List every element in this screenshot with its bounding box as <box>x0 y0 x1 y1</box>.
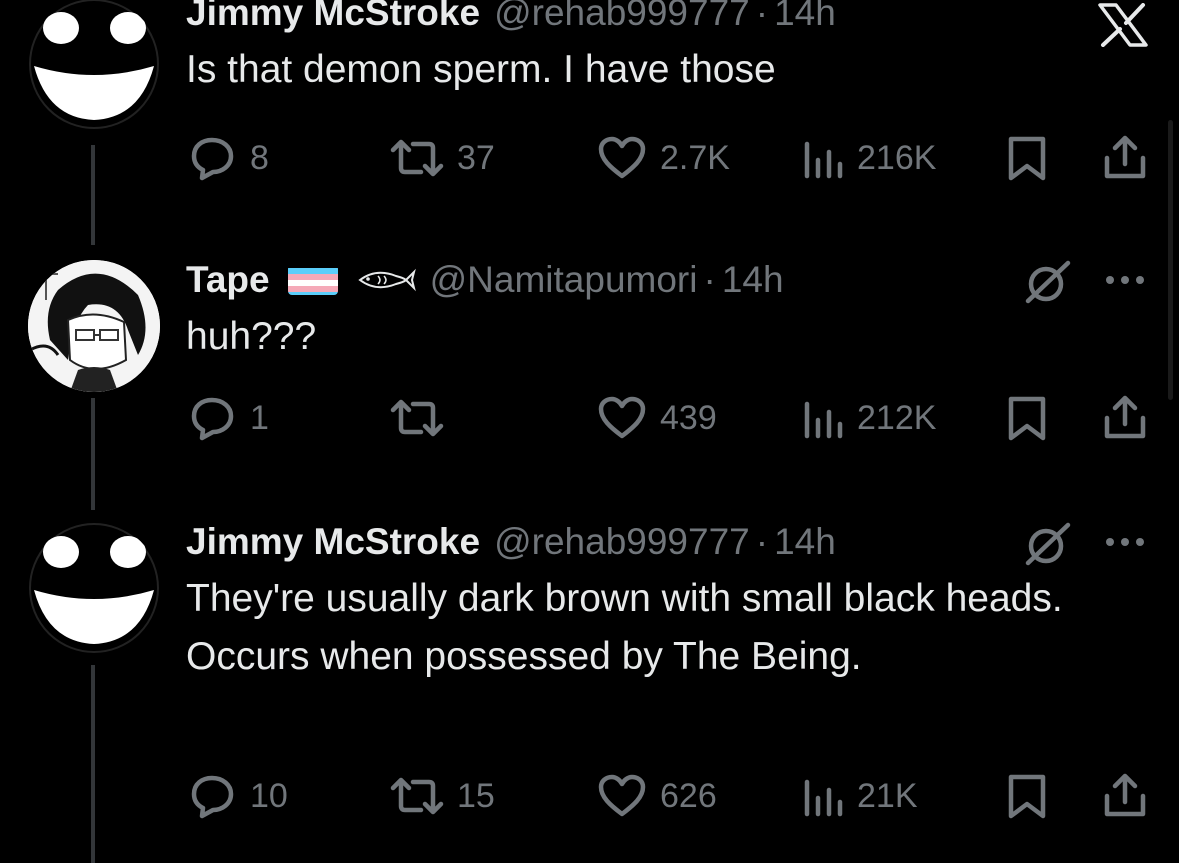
share-button[interactable] <box>1101 133 1149 183</box>
more-dots-icon <box>1106 538 1144 546</box>
tweet-actions: 8 37 2.7K 216K <box>186 133 1151 183</box>
bookmark-icon <box>1008 774 1046 819</box>
bookmark-button[interactable] <box>1004 771 1050 821</box>
separator-dot: · <box>703 259 716 300</box>
views-icon <box>804 401 843 439</box>
share-button[interactable] <box>1101 393 1149 443</box>
like-count: 2.7K <box>660 138 730 177</box>
thread-line <box>91 145 95 245</box>
retweet-button[interactable] <box>389 393 457 443</box>
views-icon <box>804 779 843 817</box>
reply-count: 10 <box>250 776 288 815</box>
reply-icon <box>191 397 234 441</box>
retweet-icon <box>390 139 444 177</box>
reply-count: 8 <box>250 138 269 177</box>
tweet-actions: 1 439 212K <box>186 393 1151 443</box>
reply-icon <box>191 775 234 819</box>
tweet[interactable]: Jimmy McStroke @rehab999777 · 14h Is tha… <box>186 0 1149 99</box>
grok-button[interactable] <box>1022 521 1074 567</box>
bookmark-button[interactable] <box>1004 133 1050 183</box>
display-name[interactable]: Jimmy McStroke <box>186 0 480 34</box>
reply-icon <box>191 137 234 181</box>
heart-icon <box>598 396 646 439</box>
user-handle[interactable]: @Namitapumori <box>430 259 698 301</box>
bookmark-button[interactable] <box>1004 393 1050 443</box>
avatar[interactable] <box>28 0 160 130</box>
like-button[interactable]: 439 <box>596 393 717 443</box>
separator-dot: · <box>755 521 769 562</box>
tweet[interactable]: Jimmy McStroke @rehab999777 · 14h They'r… <box>186 520 1099 686</box>
avatar[interactable] <box>28 522 160 654</box>
grok-icon <box>1025 260 1071 304</box>
more-options-button[interactable] <box>1102 530 1148 554</box>
user-handle[interactable]: @rehab999777 <box>494 521 750 563</box>
display-name[interactable]: Tape <box>186 259 270 301</box>
share-icon <box>1104 773 1146 817</box>
display-name[interactable]: Jimmy McStroke <box>186 521 480 563</box>
tweet-text: Is that demon sperm. I have those <box>186 48 776 91</box>
retweet-icon <box>390 399 444 437</box>
anime-girl-avatar <box>28 260 160 392</box>
share-icon <box>1104 135 1146 179</box>
retweet-button[interactable]: 15 <box>389 771 495 821</box>
reply-button[interactable]: 1 <box>186 393 269 443</box>
like-button[interactable]: 626 <box>596 771 717 821</box>
tweet-actions: 10 15 626 21K <box>186 771 1151 821</box>
views-button[interactable]: 212K <box>801 393 936 443</box>
reply-button[interactable]: 10 <box>186 771 288 821</box>
tweet[interactable]: Tape @Namitapumori · 14h huh??? <box>186 258 1149 366</box>
view-count: 21K <box>857 776 918 815</box>
more-dots-icon <box>1106 276 1144 284</box>
avatar[interactable] <box>28 260 160 392</box>
share-icon <box>1104 395 1146 439</box>
bookmark-icon <box>1008 136 1046 181</box>
grinning-face-avatar <box>29 523 159 653</box>
more-options-button[interactable] <box>1102 268 1148 292</box>
reply-count: 1 <box>250 398 269 437</box>
tweet-text: huh??? <box>186 315 317 358</box>
views-button[interactable]: 21K <box>801 771 918 821</box>
like-count: 626 <box>660 776 717 815</box>
heart-icon <box>598 136 646 179</box>
tweet-header: Jimmy McStroke @rehab999777 · 14h <box>186 520 1099 564</box>
retweet-icon <box>390 777 444 815</box>
user-handle[interactable]: @rehab999777 <box>494 0 750 34</box>
reply-button[interactable]: 8 <box>186 133 269 183</box>
views-button[interactable]: 216K <box>801 133 936 183</box>
view-count: 212K <box>857 398 937 437</box>
like-button[interactable]: 2.7K <box>596 133 730 183</box>
tweet-header: Jimmy McStroke @rehab999777 · 14h <box>186 0 1149 35</box>
grok-icon <box>1025 522 1071 566</box>
retweet-count: 37 <box>457 138 495 177</box>
thread-line <box>91 398 95 510</box>
grinning-face-avatar <box>29 0 159 129</box>
fish-icon <box>356 259 416 301</box>
scrollbar[interactable] <box>1168 120 1173 400</box>
timestamp[interactable]: 14h <box>774 0 836 34</box>
retweet-button[interactable]: 37 <box>389 133 495 183</box>
grok-button[interactable] <box>1022 259 1074 305</box>
share-button[interactable] <box>1101 771 1149 821</box>
tweet-header: Tape @Namitapumori · 14h <box>186 258 1149 302</box>
tweet-text: They're usually dark brown with small bl… <box>186 577 1063 678</box>
separator-dot: · <box>755 0 769 33</box>
thread-line <box>91 665 95 863</box>
retweet-count: 15 <box>457 776 495 815</box>
view-count: 216K <box>857 138 937 177</box>
views-icon <box>804 141 843 179</box>
heart-icon <box>598 774 646 817</box>
bookmark-icon <box>1008 396 1046 441</box>
trans-flag-icon <box>287 265 338 295</box>
timestamp[interactable]: 14h <box>774 521 836 563</box>
like-count: 439 <box>660 398 717 437</box>
timestamp[interactable]: 14h <box>722 259 784 301</box>
